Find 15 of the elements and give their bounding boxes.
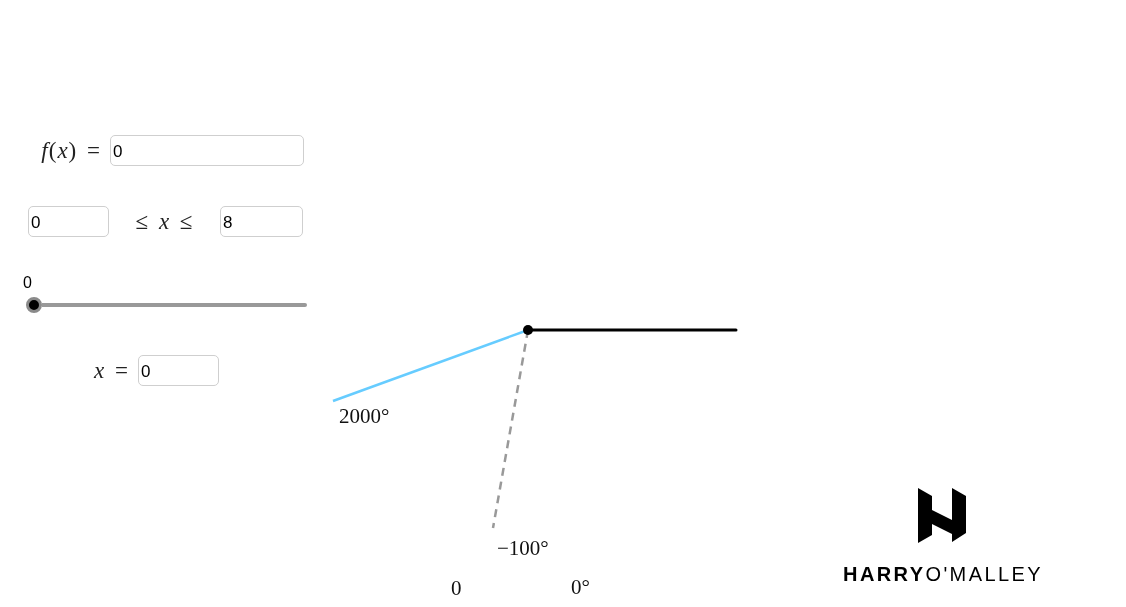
diagram-label: 0 xyxy=(451,578,462,599)
slider-thumb[interactable] xyxy=(26,297,42,313)
logo-mark-icon xyxy=(918,488,966,543)
diagram-label: −100° xyxy=(497,538,549,559)
min-input-field[interactable]: 0 xyxy=(28,205,109,237)
max-input-field[interactable]: 8 xyxy=(220,205,303,237)
function-input-field[interactable]: 0 xyxy=(110,135,304,166)
function-label: f(x) = xyxy=(41,139,101,162)
x-label: x = xyxy=(94,359,129,382)
logo-text: HARRYO'MALLEY xyxy=(843,564,1043,584)
diagram-label: 0° xyxy=(571,577,590,598)
inequality-label: ≤ x ≤ xyxy=(135,209,194,233)
x-input-field[interactable]: 0 xyxy=(138,355,219,386)
diagram-label: 2000° xyxy=(339,406,390,427)
slider-value: 0 xyxy=(23,275,32,291)
